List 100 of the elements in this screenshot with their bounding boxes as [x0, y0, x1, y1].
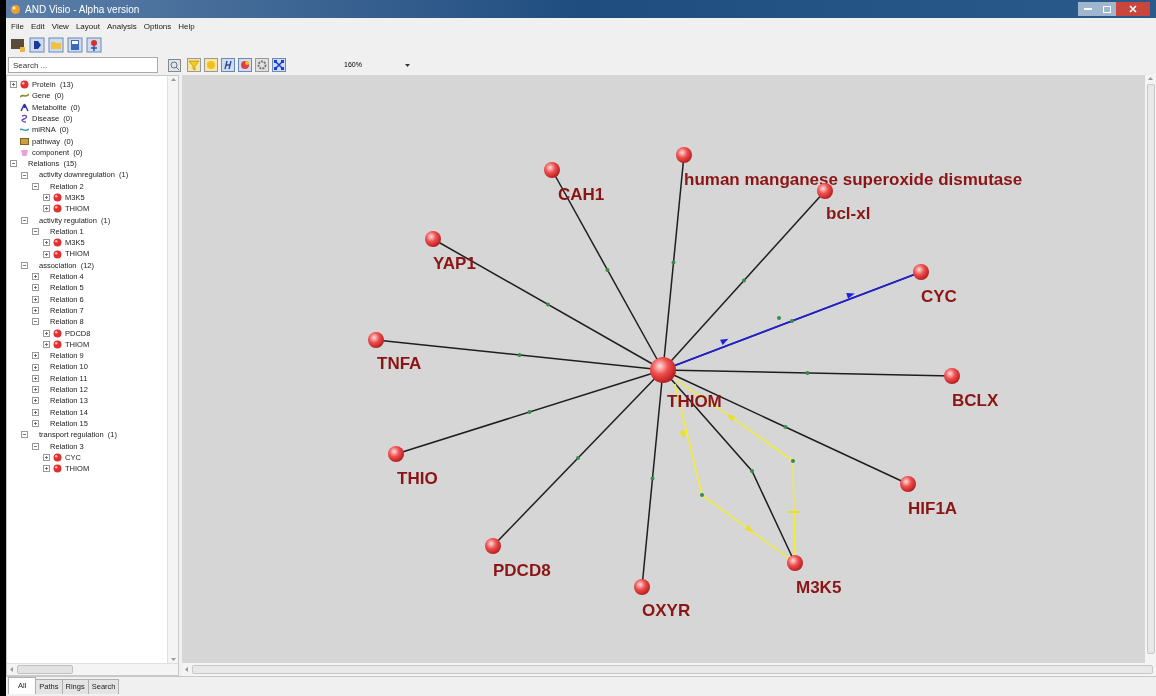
expand-toggle[interactable] — [21, 216, 28, 224]
graph-node[interactable] — [425, 231, 441, 247]
network-icon[interactable] — [272, 58, 286, 72]
scroll-left-icon[interactable] — [10, 667, 13, 672]
node-label: YAP1 — [433, 254, 476, 273]
scroll-left-icon[interactable] — [185, 667, 188, 672]
expand-toggle[interactable] — [43, 453, 50, 461]
ball-icon — [53, 238, 62, 248]
graph-node[interactable] — [676, 147, 692, 163]
toolbar-icon[interactable] — [10, 37, 26, 53]
scroll-up-icon[interactable] — [1148, 77, 1153, 80]
toolbar-icon[interactable] — [86, 37, 102, 53]
caret-icon — [405, 63, 410, 67]
toolbar-icon[interactable] — [29, 37, 45, 53]
expand-toggle[interactable] — [43, 465, 50, 473]
ball-icon — [53, 193, 62, 203]
expand-toggle[interactable] — [32, 307, 39, 315]
expand-toggle[interactable] — [21, 431, 28, 439]
expand-toggle[interactable] — [43, 194, 50, 202]
expand-toggle[interactable] — [32, 182, 39, 190]
graph-node[interactable] — [900, 476, 916, 492]
app-icon — [10, 3, 21, 15]
scrollbar[interactable] — [1145, 75, 1156, 663]
close-button[interactable] — [1116, 2, 1150, 16]
graph-node[interactable] — [787, 555, 803, 571]
edge-handle — [546, 302, 550, 307]
menu-item[interactable]: Analysis — [106, 20, 137, 33]
expand-toggle[interactable] — [32, 284, 39, 292]
scroll-down-icon[interactable] — [170, 658, 176, 661]
filter-icon[interactable] — [187, 58, 201, 72]
expand-toggle[interactable] — [43, 340, 50, 348]
expand-toggle[interactable] — [32, 408, 39, 416]
edge-handle — [527, 410, 532, 414]
menu-item[interactable]: Edit — [30, 20, 45, 33]
expand-toggle[interactable] — [32, 386, 39, 394]
menu-item[interactable]: Options — [143, 20, 172, 33]
expand-toggle[interactable] — [43, 205, 50, 213]
edge-handle — [650, 476, 655, 481]
expand-toggle[interactable] — [32, 420, 39, 428]
edge-handle — [790, 319, 794, 323]
expand-toggle[interactable] — [21, 171, 28, 179]
menu-item[interactable]: File — [11, 20, 24, 33]
edge-handle — [777, 316, 781, 320]
expand-toggle[interactable] — [32, 295, 39, 303]
expand-toggle[interactable] — [32, 228, 39, 235]
close-icon — [1129, 5, 1137, 13]
save-icon[interactable] — [67, 37, 83, 53]
maximize-icon — [1103, 5, 1111, 13]
graph-node[interactable] — [368, 332, 384, 348]
scrollbar[interactable] — [7, 663, 178, 675]
pathway-icon — [20, 136, 29, 146]
search-button-icon[interactable] — [168, 58, 181, 72]
expand-toggle[interactable] — [21, 261, 28, 269]
gear-icon[interactable] — [255, 58, 269, 72]
menu-item[interactable]: Layout — [75, 20, 100, 33]
expand-toggle[interactable] — [32, 352, 39, 360]
node-label: human manganese superoxide dismutase — [684, 170, 1023, 189]
expand-toggle[interactable] — [43, 329, 50, 337]
toolbar-icon[interactable] — [238, 58, 252, 72]
italic-h-icon[interactable] — [221, 58, 235, 72]
node-label: CYC — [921, 287, 957, 306]
node-label: PDCD8 — [493, 561, 551, 580]
search-field[interactable]: Search ... — [8, 57, 158, 73]
edge-handle — [700, 493, 704, 497]
expand-toggle[interactable] — [32, 374, 39, 382]
graph-node[interactable] — [388, 446, 404, 462]
node-label: HIF1A — [908, 499, 958, 518]
expand-toggle[interactable] — [43, 250, 50, 258]
window-title: AND Visio - Alpha version — [25, 2, 140, 17]
scrollbar[interactable] — [167, 76, 178, 663]
graph-node[interactable] — [544, 162, 560, 178]
node-label: TNFA — [377, 354, 422, 373]
expand-toggle[interactable] — [32, 363, 39, 371]
ball-icon — [53, 464, 62, 474]
expand-toggle[interactable] — [10, 81, 17, 89]
scrollbar[interactable] — [182, 663, 1156, 676]
graph-node[interactable] — [485, 538, 501, 554]
edge-handle — [750, 469, 754, 473]
graph-node[interactable] — [913, 264, 929, 280]
graph-node[interactable] — [944, 368, 960, 384]
expand-toggle[interactable] — [32, 273, 39, 281]
expand-toggle[interactable] — [32, 397, 39, 405]
ball-icon — [53, 328, 62, 338]
expand-toggle[interactable] — [32, 442, 39, 450]
edge-handle — [742, 278, 746, 283]
disease-icon — [20, 114, 29, 124]
expand-toggle[interactable] — [43, 239, 50, 247]
graph-node[interactable] — [634, 579, 650, 595]
graph-node[interactable] — [650, 357, 676, 383]
component-icon — [20, 147, 29, 157]
menu-item[interactable]: Help — [178, 20, 195, 33]
expand-toggle[interactable] — [32, 318, 39, 326]
ball-icon — [53, 339, 62, 349]
scroll-up-icon[interactable] — [170, 78, 176, 81]
edge-handle — [783, 425, 788, 429]
menu-item[interactable]: View — [51, 20, 69, 33]
expand-toggle[interactable] — [10, 160, 17, 168]
edge-handle — [671, 260, 676, 265]
minimize-icon — [1084, 7, 1092, 11]
edge-handle — [805, 371, 810, 375]
